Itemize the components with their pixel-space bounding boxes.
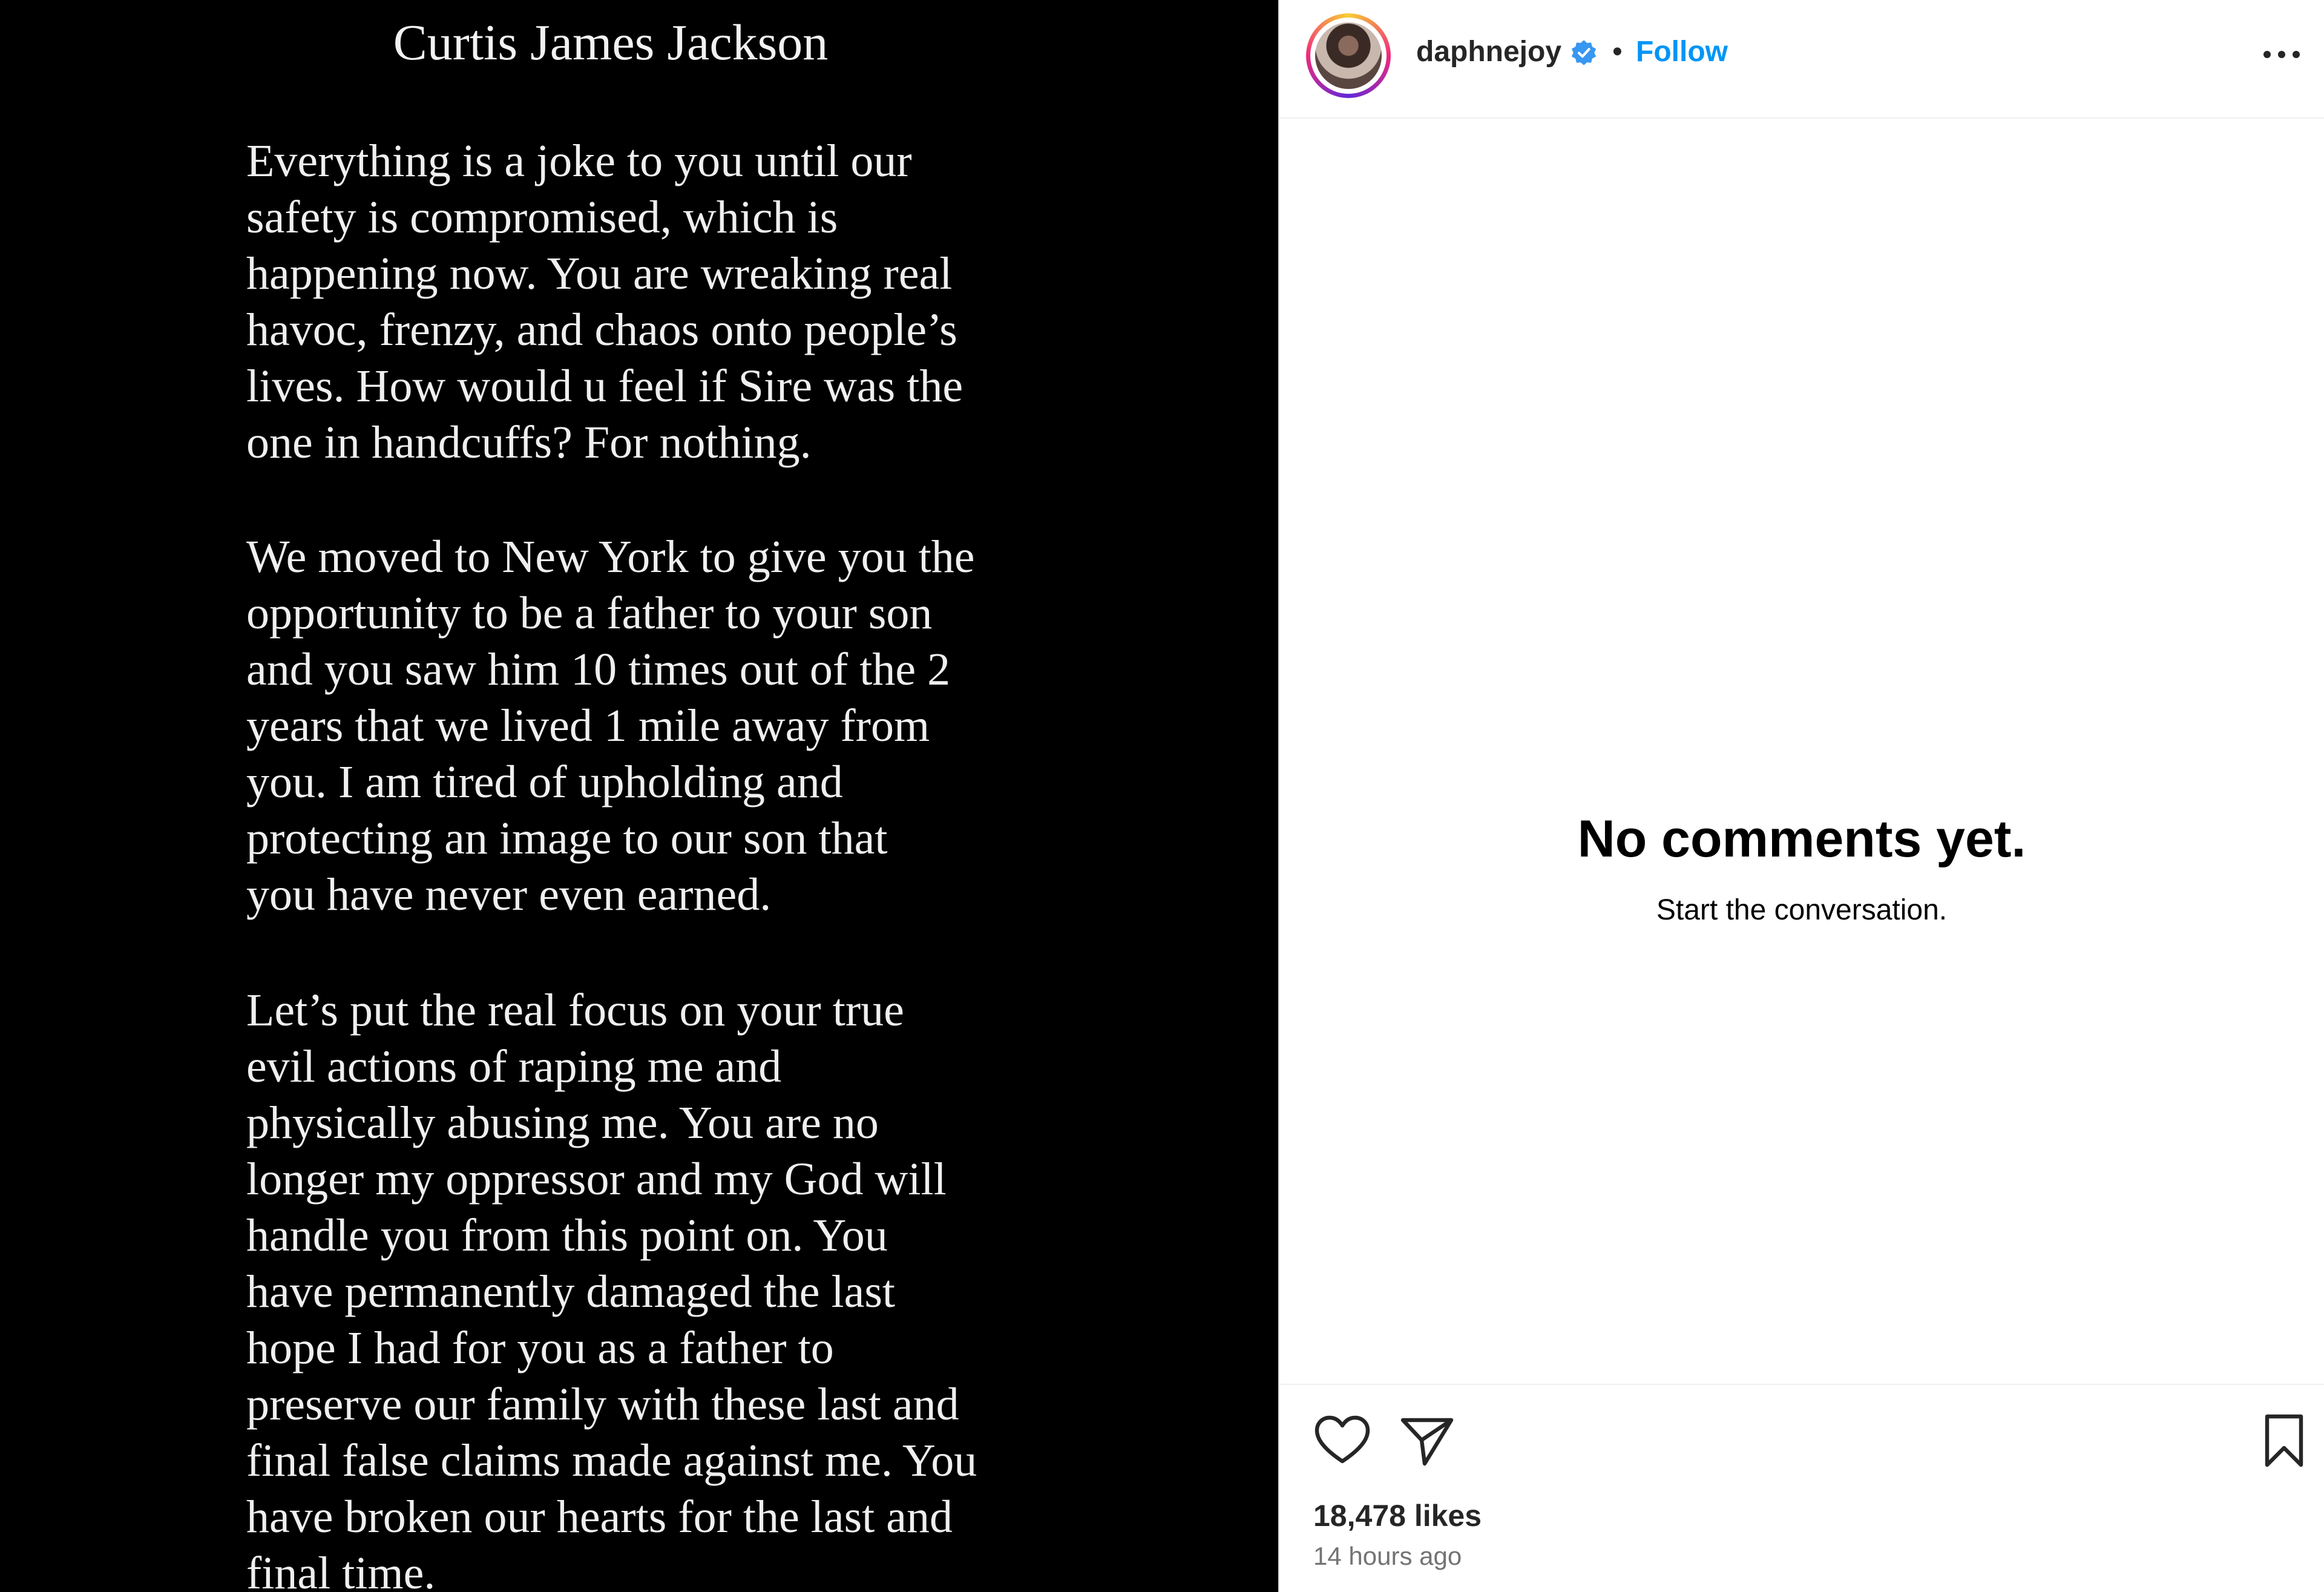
story-line: and you saw him 10 times out of the 2 [246, 644, 951, 695]
story-line: safety is compromised, which is [246, 192, 838, 243]
story-line: handle you from this point on. You [246, 1210, 888, 1261]
story-line: hope I had for you as a father to [246, 1323, 834, 1373]
story-line: We moved to New York to give you the [246, 531, 975, 582]
follow-button[interactable]: Follow [1636, 34, 1728, 70]
story-line: one in handcuffs? For nothing. [246, 417, 812, 468]
comments-area: No comments yet. Start the conversation. [1279, 119, 2324, 1384]
paper-plane-icon[interactable] [1398, 1412, 1456, 1470]
post-actions-bar: 18,478 likes 14 hours ago [1279, 1384, 2324, 1592]
empty-comments-title: No comments yet. [1577, 810, 2026, 868]
story-line: preserve our family with these last and [246, 1379, 959, 1430]
empty-comments-subtitle: Start the conversation. [1656, 894, 1948, 926]
avatar-photo [1315, 22, 1382, 89]
story-line: opportunity to be a father to your son [246, 588, 933, 639]
story-line: evil actions of raping me and [246, 1041, 782, 1092]
post-header: daphnejoy • Follow [1279, 0, 2324, 119]
story-line: final false claims made against me. You [246, 1435, 977, 1486]
story-paragraph-2: We moved to New York to give you the opp… [246, 529, 1051, 923]
header-separator: • [1612, 36, 1623, 68]
story-line: havoc, frenzy, and chaos onto people’s [246, 304, 957, 355]
avatar[interactable] [1306, 13, 1391, 98]
post-side-panel: daphnejoy • Follow No comments yet. Star… [1279, 0, 2324, 1592]
story-line: protecting an image to our son that [246, 813, 888, 864]
story-line: you have never even earned. [246, 869, 772, 920]
more-options-icon[interactable] [2257, 36, 2306, 73]
story-line: physically abusing me. You are no [246, 1097, 879, 1148]
story-paragraph-3: Let’s put the real focus on your true ev… [246, 982, 1051, 1592]
avatar-border [1310, 18, 1387, 94]
story-line: Everything is a joke to you until our [246, 136, 912, 186]
post-image[interactable]: Curtis James Jackson Everything is a jok… [0, 0, 1278, 1592]
story-line: happening now. You are wreaking real [246, 248, 953, 299]
story-line: have permanently damaged the last [246, 1266, 896, 1317]
story-line: you. I am tired of upholding and [246, 757, 843, 808]
username-link[interactable]: daphnejoy [1416, 34, 1561, 70]
bookmark-icon[interactable] [2255, 1412, 2313, 1470]
story-line: longer my oppressor and my God will [246, 1154, 947, 1205]
heart-icon[interactable] [1313, 1412, 1371, 1470]
likes-count[interactable]: 18,478 likes [1313, 1498, 1482, 1534]
story-line: Let’s put the real focus on your true [246, 985, 904, 1036]
story-line: have broken our hearts for the last and [246, 1492, 953, 1542]
story-line: years that we lived 1 mile away from [246, 700, 930, 751]
story-line: lives. How would u feel if Sire was the [246, 361, 963, 412]
story-title: Curtis James Jackson [393, 15, 829, 71]
story-line: final time. [246, 1548, 436, 1592]
story-paragraph-1: Everything is a joke to you until our sa… [246, 133, 1051, 471]
post-timestamp: 14 hours ago [1313, 1542, 1462, 1570]
verified-badge-icon [1571, 40, 1597, 65]
